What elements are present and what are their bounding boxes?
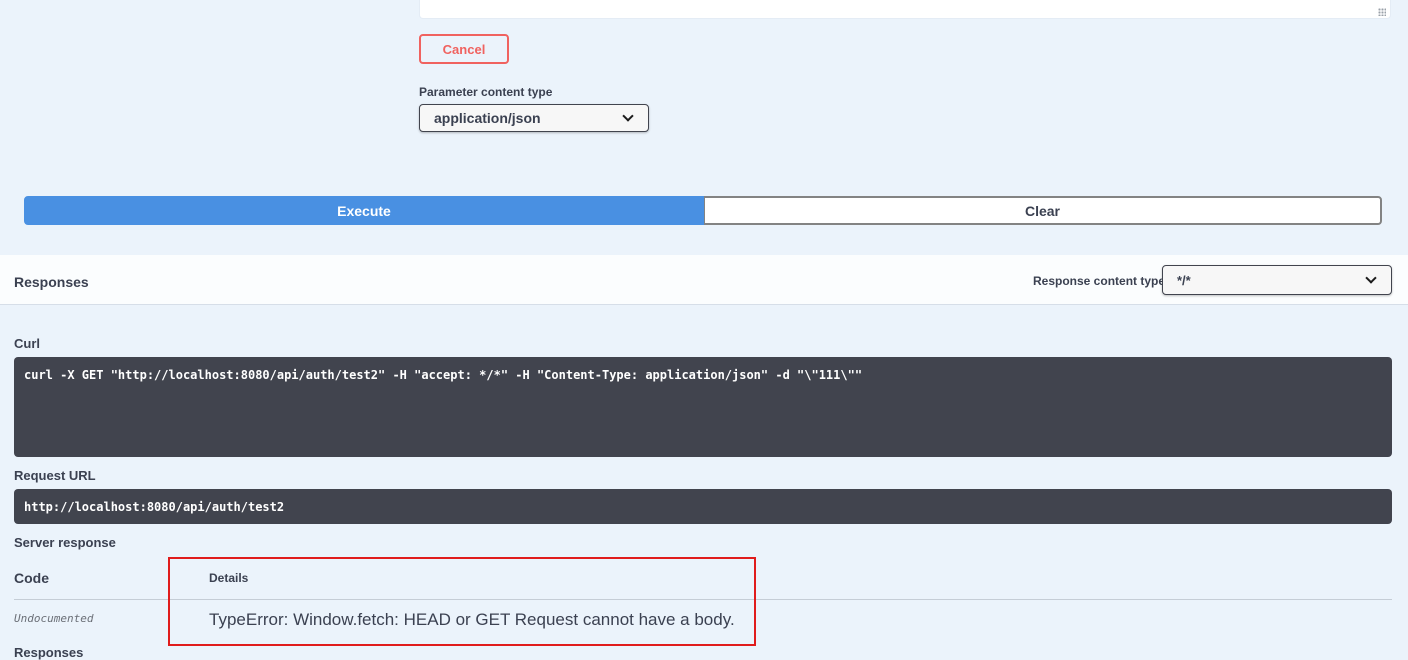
code-column-header: Code xyxy=(14,570,49,586)
curl-label: Curl xyxy=(14,336,40,351)
chevron-down-icon xyxy=(622,110,634,122)
responses-subheading: Responses xyxy=(14,645,84,660)
parameter-content-type-label: Parameter content type xyxy=(419,85,553,99)
response-code-value: Undocumented xyxy=(14,612,94,625)
response-content-type-label: Response content type xyxy=(1033,274,1166,288)
resize-handle-icon[interactable] xyxy=(1378,8,1386,16)
responses-title: Responses xyxy=(14,274,89,290)
chevron-down-icon xyxy=(1365,272,1377,284)
execute-button[interactable]: Execute xyxy=(24,196,704,225)
parameter-content-type-value: application/json xyxy=(434,110,541,126)
response-content-type-value: */* xyxy=(1177,272,1191,288)
request-url-block[interactable]: http://localhost:8080/api/auth/test2 xyxy=(14,489,1392,524)
server-response-label: Server response xyxy=(14,535,116,550)
cancel-button[interactable]: Cancel xyxy=(419,34,509,64)
curl-command-block[interactable]: curl -X GET "http://localhost:8080/api/a… xyxy=(14,357,1392,457)
highlight-box xyxy=(168,557,756,646)
clear-button[interactable]: Clear xyxy=(704,196,1382,225)
parameter-content-type-select[interactable]: application/json xyxy=(419,104,649,132)
request-url-label: Request URL xyxy=(14,468,96,483)
response-content-type-select[interactable]: */* xyxy=(1162,265,1392,295)
request-body-textarea[interactable] xyxy=(419,0,1391,19)
